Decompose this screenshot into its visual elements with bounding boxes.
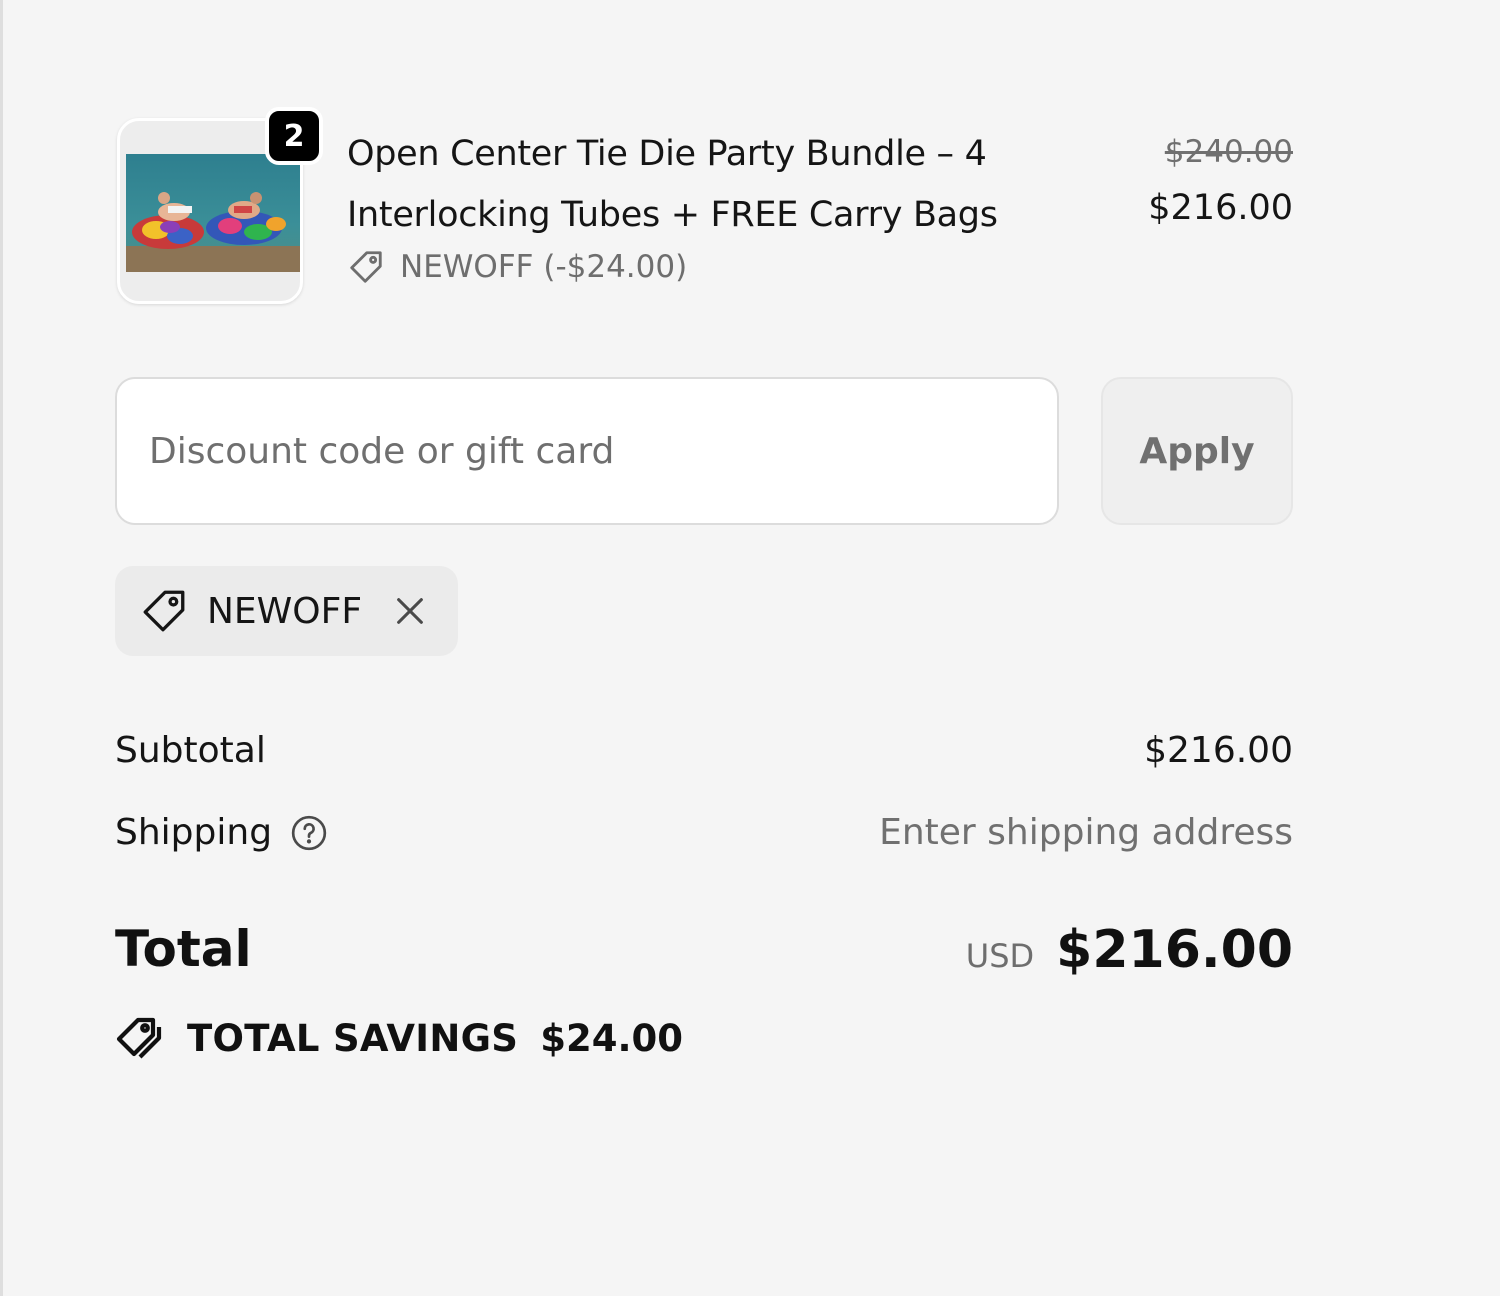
shipping-label-group: Shipping <box>115 812 328 853</box>
total-amount: USD $216.00 <box>966 920 1293 980</box>
applied-discount-chip: NEWOFF <box>115 566 458 656</box>
applied-code-label: NEWOFF <box>207 590 363 632</box>
subtotal-value: $216.00 <box>1144 730 1293 771</box>
shipping-value: Enter shipping address <box>879 812 1293 853</box>
product-image <box>126 154 300 272</box>
apply-button[interactable]: Apply <box>1101 377 1293 525</box>
quantity-badge: 2 <box>265 107 323 165</box>
savings-row: TOTAL SAVINGS $24.00 <box>115 1014 1293 1062</box>
total-label: Total <box>115 920 252 978</box>
product-thumbnail: 2 <box>117 107 323 304</box>
total-value: $216.00 <box>1056 920 1293 980</box>
line-item: 2 Open Center Tie Die Party Bundle – 4 I… <box>115 107 1293 308</box>
line-item-discount-label: NEWOFF (-$24.00) <box>400 249 688 285</box>
original-price: $240.00 <box>1164 134 1293 170</box>
savings-tag-icon <box>116 1017 162 1059</box>
total-savings-value: $24.00 <box>540 1016 683 1060</box>
tag-icon <box>350 251 382 283</box>
product-title: Open Center Tie Die Party Bundle – 4 Int… <box>347 134 998 235</box>
panel-divider <box>0 0 3 1296</box>
remove-discount-button[interactable] <box>392 593 428 629</box>
tag-icon <box>143 590 185 632</box>
help-icon[interactable] <box>290 814 328 852</box>
line-item-discount: NEWOFF (-$24.00) <box>347 248 687 286</box>
subtotal-label: Subtotal <box>115 730 266 771</box>
order-summary-panel: 2 Open Center Tie Die Party Bundle – 4 I… <box>115 0 1293 1296</box>
discount-code-input[interactable] <box>115 377 1059 525</box>
shipping-label: Shipping <box>115 812 273 853</box>
total-currency: USD <box>965 937 1035 975</box>
total-savings-label: TOTAL SAVINGS <box>187 1016 519 1060</box>
close-icon <box>397 598 423 624</box>
discounted-price: $216.00 <box>1148 188 1293 228</box>
